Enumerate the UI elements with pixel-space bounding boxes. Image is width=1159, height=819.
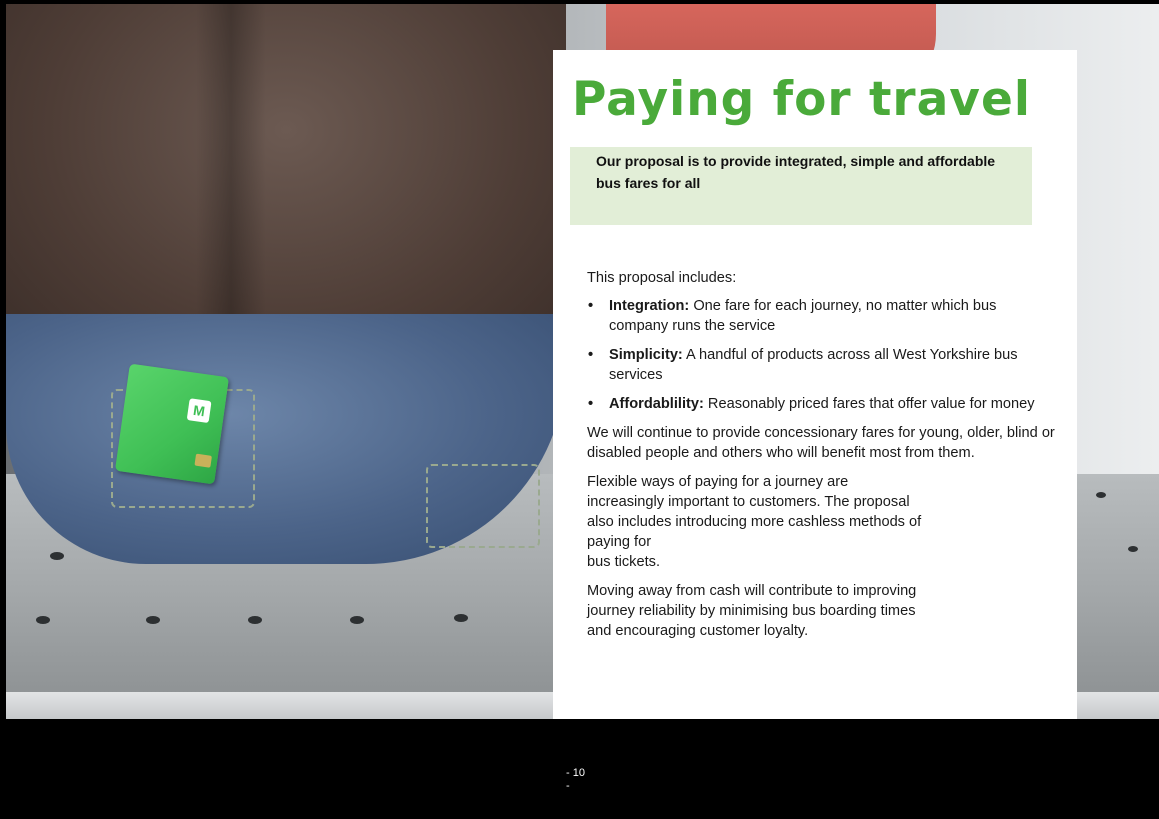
list-item: Simplicity: A handful of products across… xyxy=(587,345,1057,385)
list-item: Integration: One fare for each journey, … xyxy=(587,296,1057,336)
paragraph-line: bus tickets. xyxy=(587,554,660,570)
bullet-term: Integration: xyxy=(609,298,690,314)
card-logo-icon: M xyxy=(186,398,212,424)
bullet-text: Reasonably priced fares that offer value… xyxy=(707,396,1035,412)
bullet-term: Affordablility: xyxy=(609,396,704,412)
body-text: This proposal includes: Integration: One… xyxy=(587,268,1057,650)
paragraph-line: journey reliability by minimising bus bo… xyxy=(587,603,916,619)
bench-hole xyxy=(146,616,160,624)
paragraph-line: and encouraging customer loyalty. xyxy=(587,623,809,639)
paragraph-line: Flexible ways of paying for a journey ar… xyxy=(587,474,849,490)
paragraph-line: Moving away from cash will contribute to… xyxy=(587,583,917,599)
paragraph-line: increasingly important to customers. The… xyxy=(587,494,910,510)
concessionary-paragraph: We will continue to provide concessionar… xyxy=(587,425,1055,461)
page-number-line: - xyxy=(566,780,570,792)
bench-hole xyxy=(454,614,468,622)
list-item: Affordablility: Reasonably priced fares … xyxy=(587,394,1057,414)
flexible-paragraph: Flexible ways of paying for a journey ar… xyxy=(587,472,1057,572)
highlight-statement: Our proposal is to provide integrated, s… xyxy=(596,153,996,191)
bench-hole xyxy=(1128,546,1138,552)
bench-hole xyxy=(350,616,364,624)
page-title: Paying for travel xyxy=(572,72,1031,127)
jeans xyxy=(6,314,566,564)
intro-text: This proposal includes: xyxy=(587,270,737,286)
paragraph-line: paying for xyxy=(587,534,652,550)
cash-paragraph: Moving away from cash will contribute to… xyxy=(587,581,1057,641)
travel-card: M xyxy=(114,363,230,485)
bench-hole xyxy=(248,616,262,624)
card-chip xyxy=(194,453,212,468)
proposal-list: Integration: One fare for each journey, … xyxy=(587,296,1057,414)
jeans-pocket xyxy=(426,464,540,548)
bench-hole xyxy=(50,552,64,560)
page-number: - 10 - xyxy=(566,767,585,793)
bullet-term: Simplicity: xyxy=(609,347,683,363)
paragraph-line: also includes introducing more cashless … xyxy=(587,514,922,530)
jacket xyxy=(6,4,566,364)
page-number-line: - 10 xyxy=(566,767,585,779)
bench-hole xyxy=(36,616,50,624)
jacket-fold xyxy=(196,4,266,364)
bench-hole xyxy=(1096,492,1106,498)
